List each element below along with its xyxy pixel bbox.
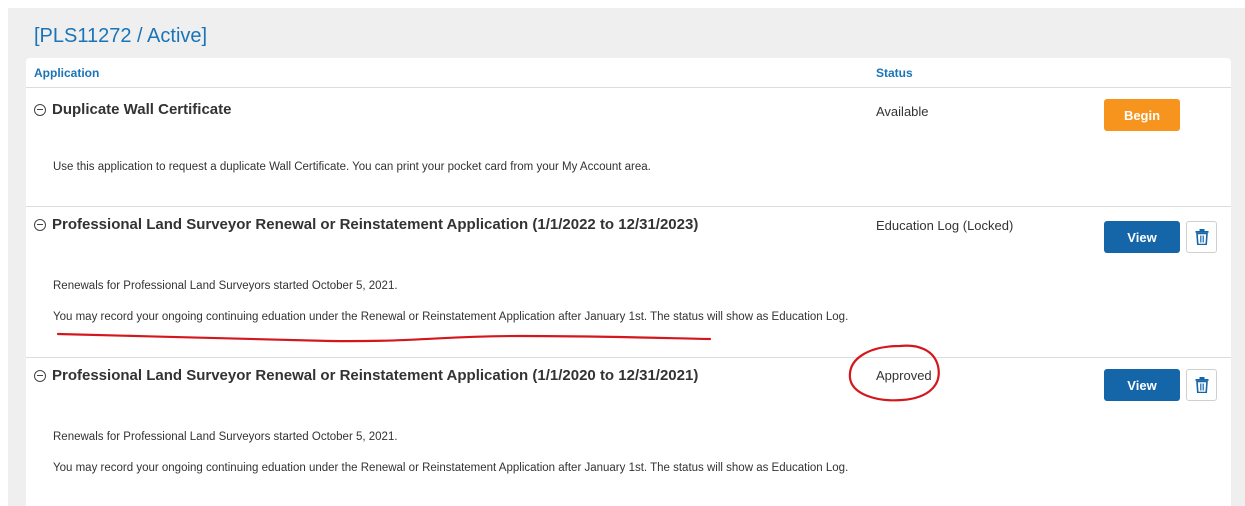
column-header-status: Status xyxy=(876,66,913,80)
row-description: You may record your ongoing continuing e… xyxy=(53,462,849,474)
license-title: [PLS11272 / Active] xyxy=(34,25,208,47)
row-title-pls-renewal-2022-2023[interactable]: Professional Land Surveyor Renewal or Re… xyxy=(34,216,698,233)
row-divider xyxy=(26,206,1231,207)
row-title-pls-renewal-2020-2021[interactable]: Professional Land Surveyor Renewal or Re… xyxy=(34,367,698,384)
row-divider xyxy=(26,357,1231,358)
column-header-application: Application xyxy=(34,66,100,80)
header-divider xyxy=(26,87,1231,88)
applications-table: Application Status Duplicate Wall Certif… xyxy=(26,58,1231,506)
delete-button[interactable] xyxy=(1186,221,1217,253)
trash-icon xyxy=(1195,377,1208,393)
row-title-duplicate-wall-certificate[interactable]: Duplicate Wall Certificate xyxy=(34,101,232,118)
delete-button[interactable] xyxy=(1186,369,1217,401)
row-title-label: Professional Land Surveyor Renewal or Re… xyxy=(52,216,699,233)
minus-circle-icon[interactable] xyxy=(34,103,46,116)
status-text: Approved xyxy=(876,368,932,383)
status-text: Available xyxy=(876,104,929,119)
row-description: Renewals for Professional Land Surveyors… xyxy=(53,280,398,292)
view-button[interactable]: View xyxy=(1104,369,1180,401)
begin-button[interactable]: Begin xyxy=(1104,99,1180,131)
view-button[interactable]: View xyxy=(1104,221,1180,253)
row-description: Renewals for Professional Land Surveyors… xyxy=(53,431,398,443)
row-description: Use this application to request a duplic… xyxy=(53,161,651,173)
row-title-label: Duplicate Wall Certificate xyxy=(52,101,232,118)
status-text: Education Log (Locked) xyxy=(876,218,1014,233)
row-description: You may record your ongoing continuing e… xyxy=(53,311,849,323)
minus-circle-icon[interactable] xyxy=(34,218,46,231)
minus-circle-icon[interactable] xyxy=(34,369,46,382)
trash-icon xyxy=(1195,229,1208,245)
row-title-label: Professional Land Surveyor Renewal or Re… xyxy=(52,367,699,384)
